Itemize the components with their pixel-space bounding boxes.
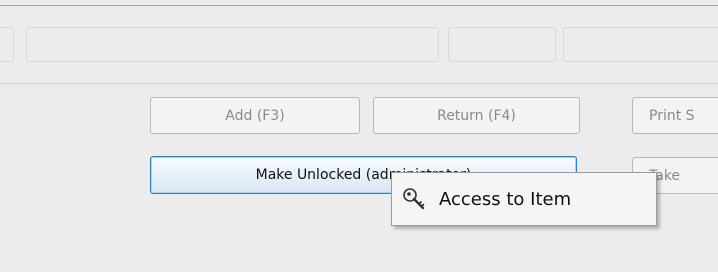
- print-button[interactable]: Print S: [632, 97, 718, 134]
- text-field[interactable]: [563, 27, 718, 62]
- divider: [0, 83, 718, 84]
- text-field[interactable]: [448, 27, 556, 62]
- field-strip: [0, 17, 718, 69]
- key-icon: [403, 188, 425, 210]
- access-to-item-menu-item[interactable]: Access to Item: [395, 176, 653, 222]
- top-border: [0, 5, 718, 6]
- text-field[interactable]: [26, 27, 439, 62]
- context-menu: Access to Item: [391, 172, 657, 226]
- text-field[interactable]: [0, 27, 14, 62]
- return-button[interactable]: Return (F4): [373, 97, 580, 134]
- add-button[interactable]: Add (F3): [150, 97, 360, 134]
- menu-item-label: Access to Item: [439, 188, 572, 210]
